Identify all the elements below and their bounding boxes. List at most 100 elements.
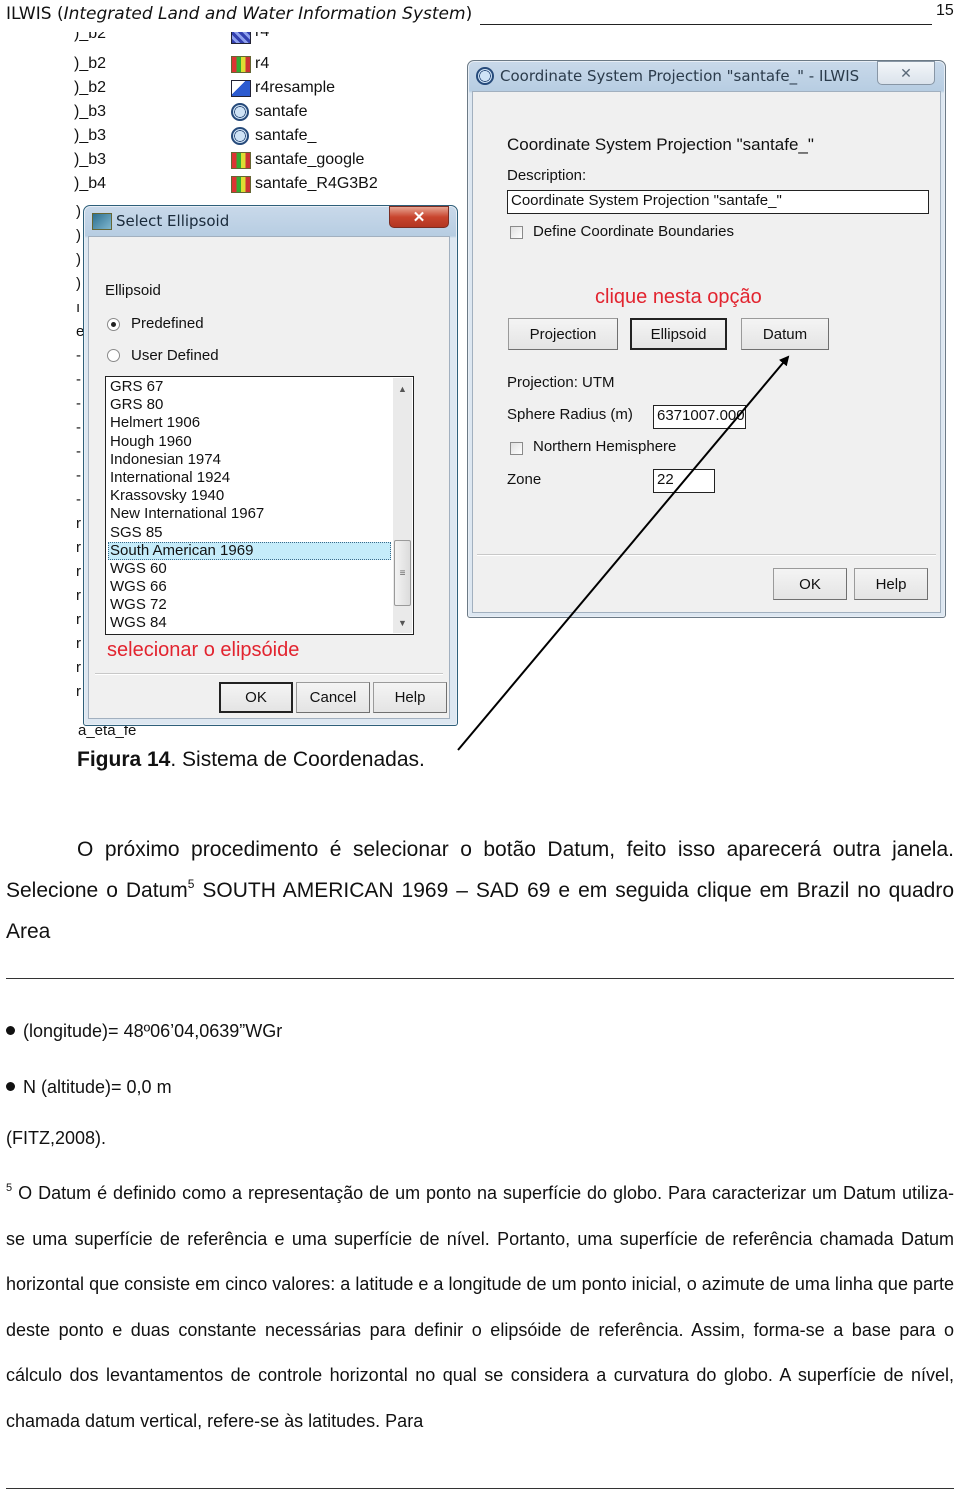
select-ellipsoid-dialog: Select Ellipsoid ✕ Ellipsoid Predefined …: [83, 205, 458, 726]
catalog-left-column: )_b2 )_b2 )_b2 )_b3 )_b3 )_b3 )_b4: [74, 32, 134, 196]
footnote-5: 5O Datum é definido como a representação…: [6, 1171, 954, 1444]
footnote-number: 5: [6, 1182, 13, 1194]
select-ellipsoid-close-button[interactable]: ✕: [389, 206, 449, 228]
catalog-item[interactable]: )_b2: [74, 76, 134, 100]
ellipsoid-list-item[interactable]: GRS 67: [108, 378, 391, 396]
zone-input[interactable]: 22: [653, 469, 715, 493]
figure-caption-label: Figura 14: [77, 748, 171, 771]
projection-dialog: Coordinate System Projection "santafe_" …: [467, 60, 946, 618]
bullet-altitude: N (altitude)= 0,0 m: [6, 1077, 172, 1098]
ellipsoid-list-item[interactable]: GRS 80: [108, 396, 391, 414]
select-ellipsoid-client: Ellipsoid Predefined User Defined GRS 67…: [88, 236, 450, 719]
header-title-suffix: ): [465, 4, 473, 24]
bullet-icon: [6, 1026, 15, 1035]
catalog-item-label: santafe_R4G3B2: [255, 175, 378, 192]
projection-help-button[interactable]: Help: [854, 568, 928, 600]
help-button-label: Help: [394, 689, 426, 706]
ellipsoid-list-item[interactable]: WGS 72: [108, 596, 391, 614]
dialog-separator: [477, 554, 936, 556]
figure-caption-text: . Sistema de Coordenadas.: [170, 748, 425, 771]
projection-heading: Coordinate System Projection "santafe_": [507, 135, 814, 154]
body-paragraph: O próximo procedimento é selecionar o bo…: [6, 829, 954, 952]
bullet-icon: [6, 1082, 15, 1091]
northern-hemisphere-label: Northern Hemisphere: [533, 438, 677, 455]
catalog-item[interactable]: )_b2: [74, 52, 134, 76]
georeference-icon: [231, 79, 251, 97]
catalog-item[interactable]: r4: [231, 52, 378, 76]
catalog-item[interactable]: santafe: [231, 100, 378, 124]
color-raster-icon: [231, 55, 251, 73]
dialog-separator: [95, 673, 443, 675]
ellipsoid-list-item[interactable]: Hough 1960: [108, 433, 391, 451]
scrollbar-thumb[interactable]: ≡: [394, 540, 411, 606]
ellipsoid-cancel-button[interactable]: Cancel: [296, 682, 370, 713]
projection-dialog-client: Coordinate System Projection "santafe_" …: [472, 91, 941, 613]
catalog-item[interactable]: )_b3: [74, 148, 134, 172]
description-input[interactable]: Coordinate System Projection "santafe_": [507, 190, 929, 214]
page-bottom-rule: [6, 1488, 954, 1489]
datum-button[interactable]: Datum: [741, 318, 829, 350]
select-ellipsoid-annotation: selecionar o elipsóide: [107, 639, 300, 661]
coordinate-system-globe-icon: [231, 127, 249, 145]
ellipsoid-list-items: GRS 67 GRS 80 Helmert 1906 Hough 1960 Indone…: [108, 378, 391, 633]
ellipsoid-list-scrollbar[interactable]: ▲ ≡ ▼: [393, 378, 412, 633]
ellipsoid-list-item[interactable]: Helmert 1906: [108, 414, 391, 432]
catalog-item-label: r4: [255, 55, 270, 72]
ellipsoid-list-item[interactable]: South American 1969: [108, 541, 391, 560]
header-title-prefix: ILWIS (: [6, 4, 64, 24]
catalog-item[interactable]: )_b3: [74, 100, 134, 124]
raster-map-icon: [231, 32, 251, 44]
ellipsoid-list-item[interactable]: Indonesian 1974: [108, 451, 391, 469]
northern-hemisphere-checkbox[interactable]: [510, 442, 523, 455]
click-this-option-annotation: clique nesta opção: [595, 286, 762, 308]
predefined-radio[interactable]: [107, 318, 120, 331]
catalog-item-label: r4resample: [255, 79, 336, 96]
ellipsoid-button-label: Ellipsoid: [650, 325, 707, 343]
define-boundaries-checkbox[interactable]: [510, 226, 523, 239]
ellipsoid-listbox[interactable]: GRS 67 GRS 80 Helmert 1906 Hough 1960 Indone…: [105, 376, 414, 635]
header-rule: [480, 24, 932, 25]
ellipsoid-button[interactable]: Ellipsoid: [630, 318, 727, 350]
page-number: 15: [936, 2, 954, 19]
catalog-item-label: santafe_: [255, 127, 317, 144]
catalog-item[interactable]: santafe_R4G3B2: [231, 172, 378, 196]
ellipsoid-list-item[interactable]: WGS 84: [108, 614, 391, 632]
scroll-down-arrow-icon[interactable]: ▼: [393, 614, 412, 631]
catalog-item-label: santafe: [255, 103, 308, 120]
projection-dialog-close-button[interactable]: ✕: [877, 61, 935, 85]
user-defined-radio[interactable]: [107, 349, 120, 362]
ellipsoid-list-item[interactable]: WGS 66: [108, 578, 391, 596]
coordinate-system-globe-icon: [231, 103, 249, 121]
catalog-item[interactable]: r4resample: [231, 76, 378, 100]
ellipsoid-list-item[interactable]: SGS 85: [108, 524, 391, 542]
figure-caption: Figura 14. Sistema de Coordenadas.: [77, 748, 425, 772]
catalog-item[interactable]: r4: [231, 32, 378, 44]
catalog-item[interactable]: santafe_google: [231, 148, 378, 172]
ellipsoid-ok-button[interactable]: OK: [219, 682, 293, 713]
ellipsoid-list-item[interactable]: International 1924: [108, 469, 391, 487]
footnote-separator: [6, 978, 954, 979]
projection-dialog-titlebar[interactable]: Coordinate System Projection "santafe_" …: [468, 61, 945, 91]
cancel-button-label: Cancel: [309, 689, 357, 706]
select-ellipsoid-title: Select Ellipsoid: [116, 212, 230, 230]
ellipsoid-group-label: Ellipsoid: [105, 282, 161, 299]
ellipsoid-help-button[interactable]: Help: [373, 682, 447, 713]
catalog-item[interactable]: )_b4: [74, 172, 134, 196]
ellipsoid-list-item[interactable]: New International 1967: [108, 505, 391, 523]
description-label: Description:: [507, 167, 587, 184]
ellipsoid-list-item[interactable]: WGS 60: [108, 560, 391, 578]
sphere-radius-input[interactable]: 6371007.000: [653, 405, 746, 429]
projection-ok-button[interactable]: OK: [773, 568, 847, 600]
bullet-text: N (altitude)= 0,0 m: [23, 1077, 172, 1097]
catalog-item[interactable]: )_b2: [74, 32, 134, 44]
catalog-item[interactable]: )_b3: [74, 124, 134, 148]
header-title-italic: Integrated Land and Water Information Sy…: [63, 4, 466, 24]
color-raster-icon: [231, 151, 251, 169]
projection-button-label: Projection: [529, 325, 597, 343]
catalog-item[interactable]: santafe_: [231, 124, 378, 148]
datum-button-label: Datum: [762, 325, 808, 343]
ellipsoid-list-item[interactable]: Krassovsky 1940: [108, 487, 391, 505]
projection-button[interactable]: Projection: [508, 318, 618, 350]
scroll-up-arrow-icon[interactable]: ▲: [393, 380, 412, 397]
catalog-right-column: r4 r4 r4resample santafe santafe_ santaf…: [231, 32, 378, 196]
